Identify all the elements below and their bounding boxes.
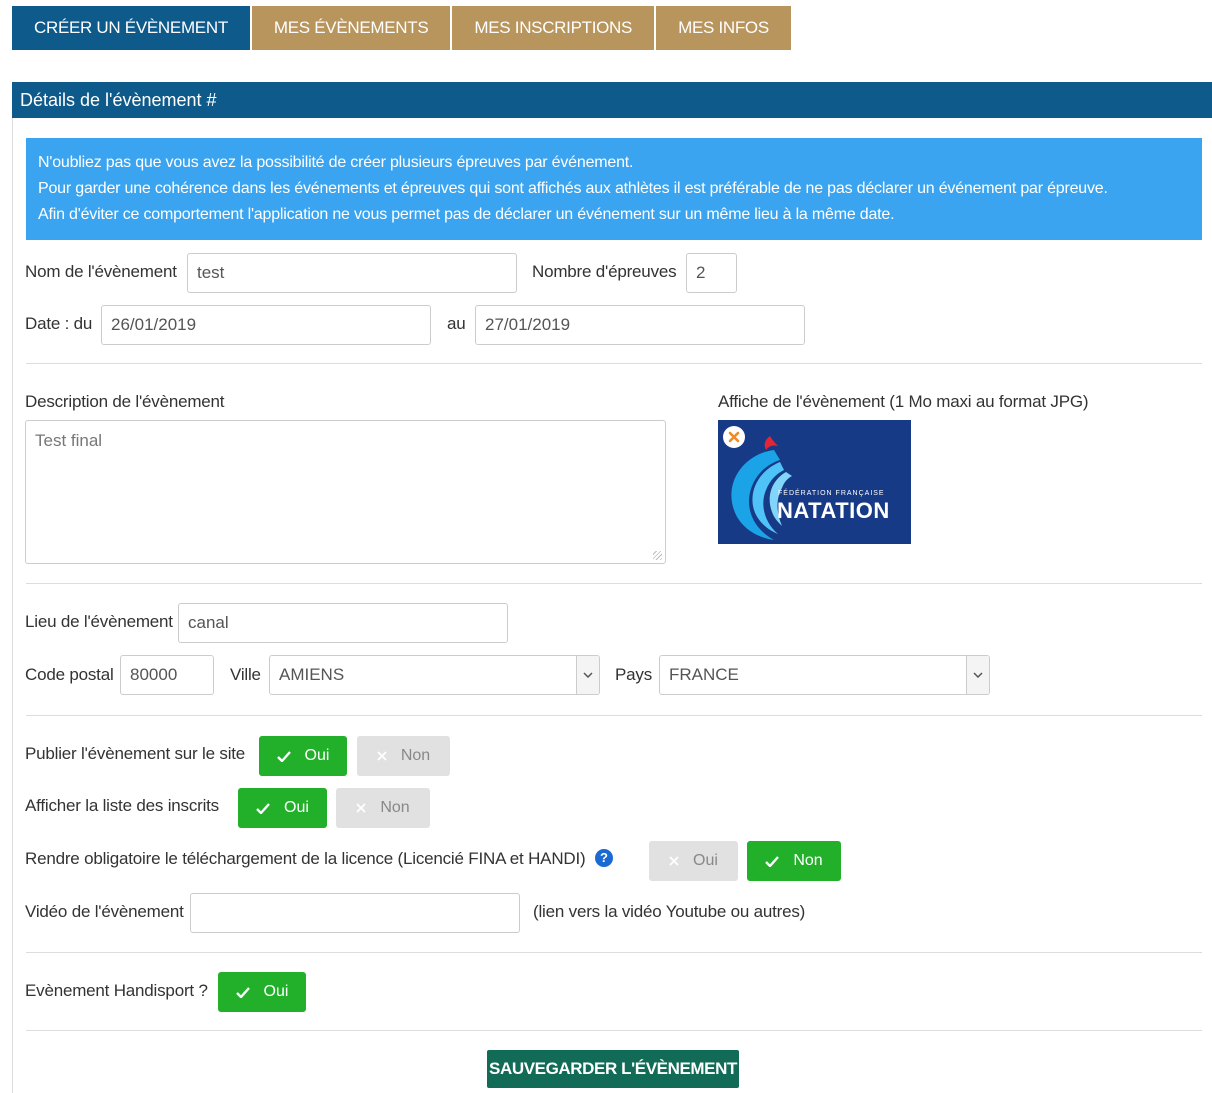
show-list-yes-button[interactable]: Oui — [238, 788, 327, 828]
divider — [26, 1030, 1202, 1031]
country-select[interactable]: FRANCE — [659, 655, 990, 695]
show-list-yes-label: Oui — [284, 799, 309, 816]
city-value: AMIENS — [279, 665, 345, 684]
close-icon — [669, 856, 679, 866]
divider — [26, 715, 1202, 716]
chevron-down-icon — [583, 672, 593, 678]
description-text: Test final — [35, 431, 103, 450]
postal-code-input[interactable]: 80000 — [120, 655, 214, 695]
alert-line: N'oubliez pas que vous avez la possibili… — [38, 154, 634, 171]
check-icon — [276, 750, 291, 762]
license-label: Rendre obligatoire le téléchargement de … — [25, 849, 586, 868]
event-count-label: Nombre d'épreuves — [532, 262, 677, 281]
country-dropdown-toggle[interactable] — [966, 656, 989, 694]
postal-code-label: Code postal — [25, 665, 114, 684]
tab-create-event[interactable]: CRÉER UN ÉVÈNEMENT — [12, 6, 250, 50]
tab-my-registrations[interactable]: MES INSCRIPTIONS — [452, 6, 655, 50]
poster-fed-text: FÉDÉRATION FRANÇAISE — [778, 490, 885, 497]
show-list-no-label: Non — [380, 799, 410, 816]
country-value: FRANCE — [669, 665, 739, 684]
panel-title: Détails de l'évènement # — [12, 82, 1212, 118]
close-icon — [377, 751, 387, 761]
video-label: Vidéo de l'évènement — [25, 902, 184, 921]
publish-no-button[interactable]: Non — [357, 736, 450, 776]
tab-my-events[interactable]: MES ÉVÈNEMENTS — [251, 6, 451, 50]
chevron-down-icon — [973, 672, 983, 678]
license-no-label: Non — [793, 852, 823, 869]
publish-yes-button[interactable]: Oui — [259, 736, 347, 776]
poster-brand-text: NATATION — [777, 498, 890, 523]
license-no-button[interactable]: Non — [747, 841, 841, 881]
close-icon — [356, 803, 366, 813]
license-yes-button[interactable]: Oui — [649, 841, 738, 881]
check-icon — [256, 802, 270, 814]
description-textarea[interactable]: Test final — [25, 420, 666, 564]
check-icon — [765, 855, 780, 867]
panel-border — [12, 118, 13, 1093]
check-icon — [235, 986, 250, 998]
date-from-input[interactable]: 26/01/2019 — [101, 305, 431, 345]
poster-label: Affiche de l'évènement (1 Mo maxi au for… — [718, 392, 1089, 411]
info-alert: N'oubliez pas que vous avez la possibili… — [26, 138, 1202, 240]
close-icon — [728, 431, 740, 443]
save-event-button[interactable]: SAUVEGARDER L'ÉVÈNEMENT — [487, 1050, 739, 1088]
event-count-input[interactable]: 2 — [686, 253, 737, 293]
tab-my-info[interactable]: MES INFOS — [656, 6, 791, 50]
divider — [26, 583, 1202, 584]
video-input[interactable] — [190, 893, 520, 933]
wave-logo-icon — [731, 436, 792, 540]
event-name-label: Nom de l'évènement — [25, 262, 177, 281]
alert-line: Pour garder une cohérence dans les événe… — [38, 180, 1108, 197]
main-tabs: CRÉER UN ÉVÈNEMENT MES ÉVÈNEMENTS MES IN… — [12, 6, 793, 50]
date-from-label: Date : du — [25, 314, 93, 333]
alert-line: Afin d'éviter ce comportement l'applicat… — [38, 206, 895, 223]
handisport-yes-button[interactable]: Oui — [218, 972, 306, 1012]
date-to-label: au — [447, 314, 466, 333]
event-name-input[interactable]: test — [187, 253, 517, 293]
handisport-label: Evènement Handisport ? — [25, 981, 208, 1000]
city-label: Ville — [230, 665, 261, 684]
help-icon[interactable]: ? — [595, 849, 613, 867]
handisport-yes-label: Oui — [263, 983, 289, 1000]
description-label: Description de l'évènement — [25, 392, 225, 411]
publish-no-label: Non — [400, 747, 431, 764]
video-hint: (lien vers la vidéo Youtube ou autres) — [533, 902, 806, 921]
show-list-no-button[interactable]: Non — [336, 788, 430, 828]
date-to-input[interactable]: 27/01/2019 — [475, 305, 805, 345]
publish-yes-label: Oui — [304, 747, 330, 764]
city-dropdown-toggle[interactable] — [576, 656, 599, 694]
location-label: Lieu de l'évènement — [25, 612, 173, 631]
license-yes-label: Oui — [693, 852, 718, 869]
resize-handle[interactable] — [653, 551, 662, 560]
poster-image: FÉDÉRATION FRANÇAISE NATATION — [718, 420, 911, 544]
divider — [26, 363, 1202, 364]
show-list-label: Afficher la liste des inscrits — [25, 796, 219, 815]
city-select[interactable]: AMIENS — [269, 655, 600, 695]
location-input[interactable]: canal — [178, 603, 508, 643]
divider — [26, 952, 1202, 953]
remove-poster-button[interactable] — [723, 426, 745, 448]
publish-label: Publier l'évènement sur le site — [25, 744, 246, 763]
country-label: Pays — [615, 665, 652, 684]
